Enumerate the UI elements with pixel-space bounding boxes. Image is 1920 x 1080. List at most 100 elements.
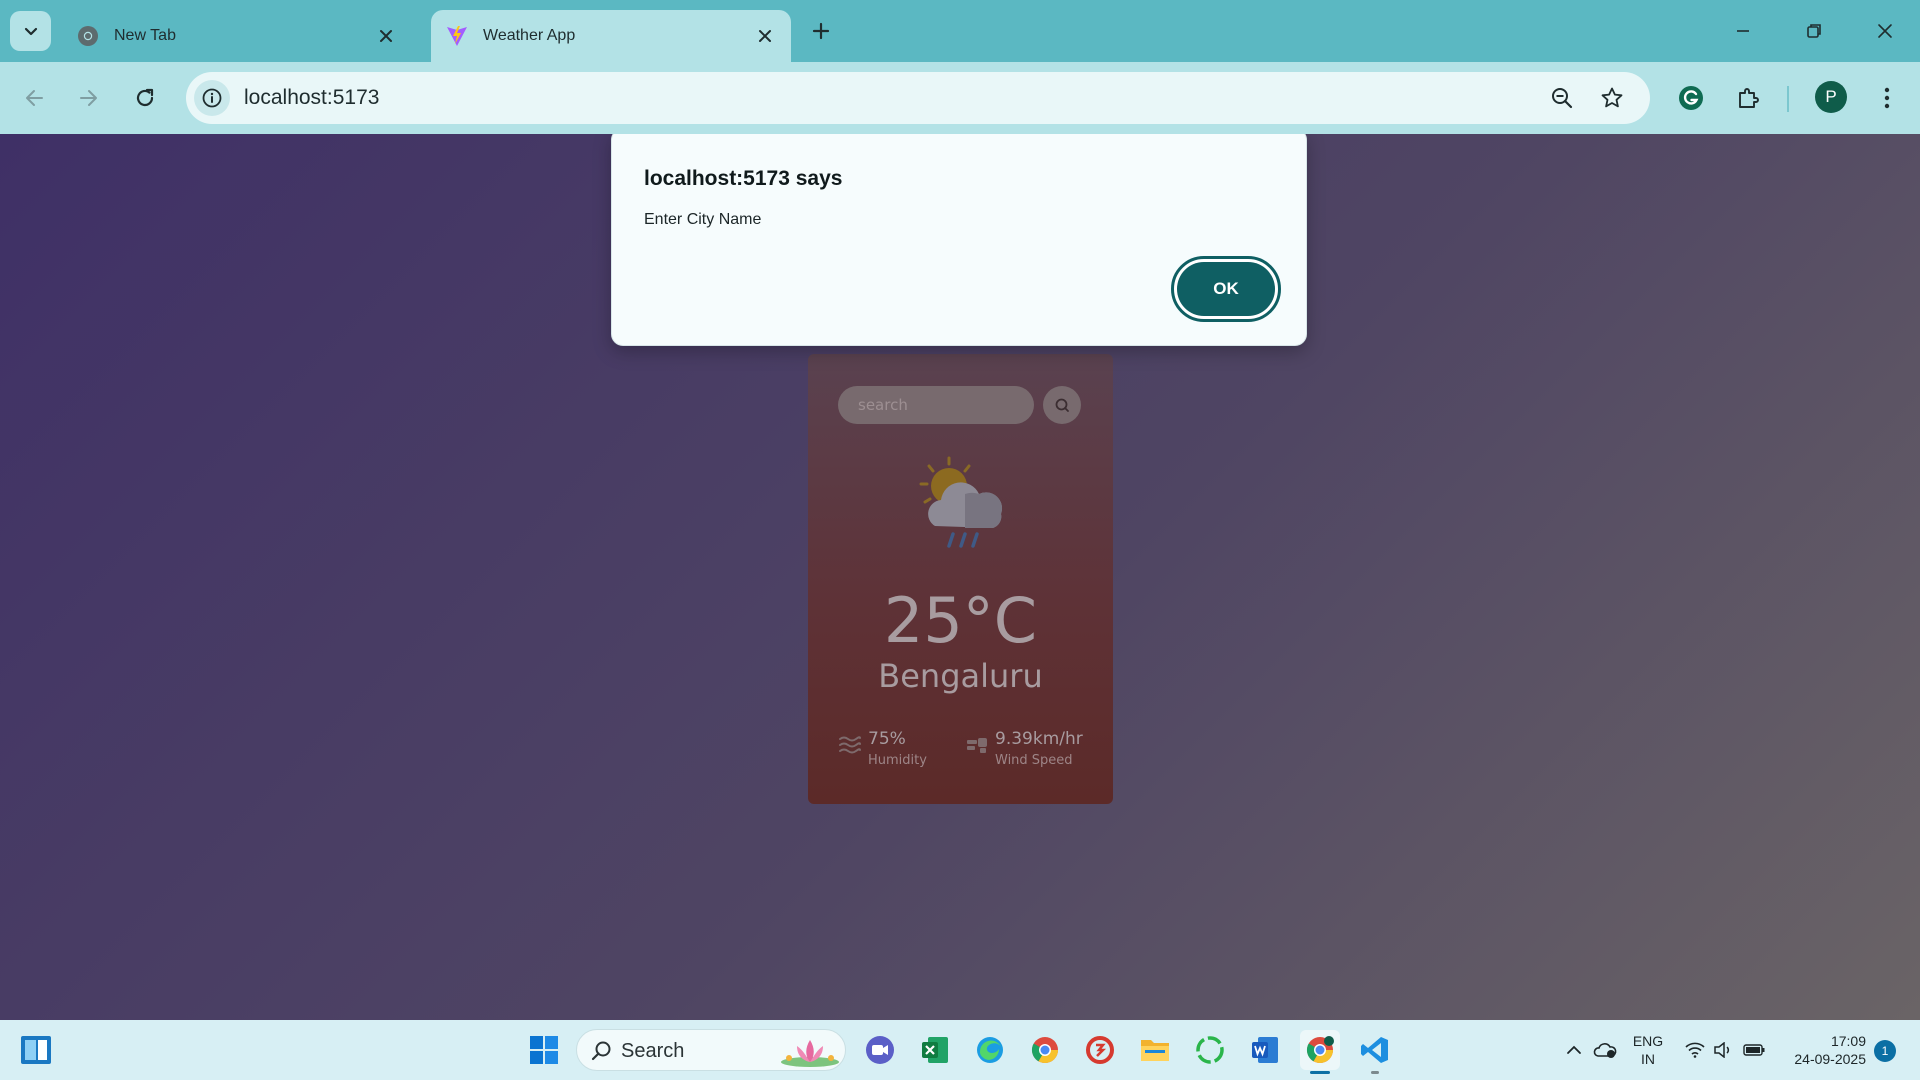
chrome-icon — [76, 24, 100, 48]
taskbar-app-file-explorer[interactable] — [1135, 1030, 1175, 1070]
edge-icon — [977, 1037, 1003, 1063]
chrome-icon — [1306, 1036, 1334, 1064]
search-button[interactable] — [1043, 386, 1081, 424]
lotus-search-highlight-icon — [781, 1040, 839, 1067]
taskbar-app-chrome-active[interactable] — [1300, 1030, 1340, 1074]
grammarly-extension[interactable] — [1671, 78, 1711, 118]
toolbar-divider — [1787, 86, 1789, 112]
speaker-icon — [1714, 1042, 1730, 1058]
close-window-button[interactable] — [1868, 14, 1902, 48]
language-indicator[interactable]: ENG IN — [1626, 1020, 1670, 1080]
plus-icon — [812, 22, 830, 40]
clock[interactable]: 17:09 24-09-2025 — [1776, 1020, 1866, 1080]
restore-icon — [1807, 24, 1821, 38]
minimize-button[interactable] — [1726, 14, 1760, 48]
zoom-button[interactable] — [1546, 82, 1578, 114]
forward-button[interactable] — [68, 78, 108, 118]
close-tab-icon[interactable] — [751, 22, 779, 50]
taskbar-app-word[interactable] — [1245, 1030, 1285, 1070]
alert-dialog: localhost:5173 says Enter City Name OK — [611, 134, 1307, 346]
reload-button[interactable] — [125, 78, 165, 118]
reload-icon — [136, 88, 154, 107]
browser-toolbar: localhost:5173 P — [0, 62, 1920, 134]
close-icon — [1878, 24, 1892, 38]
humidity-value: 75% — [868, 729, 906, 749]
notification-badge[interactable]: 1 — [1874, 1040, 1896, 1062]
address-bar[interactable]: localhost:5173 — [186, 72, 1650, 124]
show-hidden-icons-button[interactable] — [1562, 1020, 1586, 1080]
bookmark-button[interactable] — [1596, 82, 1628, 114]
vscode-icon — [1361, 1037, 1388, 1063]
video-call-icon — [866, 1036, 894, 1064]
wind-stat: 9.39km/hr Wind Speed — [965, 729, 1083, 768]
profile-avatar[interactable]: P — [1815, 81, 1847, 113]
region-code: IN — [1641, 1051, 1655, 1067]
back-button[interactable] — [15, 78, 55, 118]
dialog-message: Enter City Name — [644, 211, 762, 228]
taskbar-app-green[interactable] — [1190, 1030, 1230, 1070]
vite-icon — [445, 24, 469, 48]
city-search-input[interactable] — [838, 386, 1034, 424]
volume-tray[interactable] — [1710, 1020, 1736, 1080]
taskbar-app-excel[interactable] — [915, 1030, 955, 1070]
tab-search-button[interactable] — [10, 11, 51, 51]
widgets-button[interactable] — [16, 1030, 56, 1070]
star-icon — [1601, 87, 1623, 108]
app-icon — [1196, 1036, 1224, 1064]
taskbar-app-chrome[interactable] — [1025, 1030, 1065, 1070]
extensions-button[interactable] — [1728, 78, 1768, 118]
excel-icon — [922, 1037, 948, 1063]
onedrive-tray[interactable] — [1592, 1020, 1618, 1080]
taskbar-app-vscode[interactable] — [1355, 1030, 1395, 1074]
word-icon — [1252, 1037, 1278, 1063]
taskbar: Search ENG IN 17:09 24-09-2025 1 — [0, 1020, 1920, 1080]
restore-button[interactable] — [1797, 14, 1831, 48]
weather-card: 25°C Bengaluru 75% Humidity 9.39km/hr Wi… — [808, 354, 1113, 804]
humidity-stat: 75% Humidity — [838, 729, 927, 768]
active-indicator — [1310, 1071, 1330, 1074]
wifi-tray[interactable] — [1682, 1020, 1708, 1080]
wind-speed-value: 9.39km/hr — [995, 729, 1083, 749]
clock-date: 24-09-2025 — [1794, 1051, 1866, 1067]
zoom-out-icon — [1552, 88, 1573, 109]
chevron-up-icon — [1567, 1045, 1581, 1054]
tab-weather-app[interactable]: Weather App — [431, 10, 791, 62]
url-text[interactable]: localhost:5173 — [244, 86, 379, 110]
taskbar-search[interactable]: Search — [576, 1029, 846, 1071]
cloud-icon — [1593, 1043, 1617, 1058]
temperature: 25°C — [883, 584, 1038, 657]
chevron-down-icon — [24, 27, 37, 36]
battery-tray[interactable] — [1740, 1020, 1768, 1080]
puzzle-icon — [1739, 88, 1759, 108]
tab-title: New Tab — [114, 27, 176, 44]
taskbar-app-red[interactable] — [1080, 1030, 1120, 1070]
clock-time: 17:09 — [1830, 1033, 1866, 1049]
page-viewport: 25°C Bengaluru 75% Humidity 9.39km/hr Wi… — [0, 134, 1920, 1020]
minimize-icon — [1737, 30, 1749, 32]
taskbar-app-edge[interactable] — [970, 1030, 1010, 1070]
sun-rain-cloud-icon — [919, 456, 1003, 548]
chrome-icon — [1031, 1037, 1059, 1064]
wind-speed-label: Wind Speed — [995, 753, 1073, 768]
tab-strip: New Tab Weather App — [0, 0, 1920, 62]
dialog-title: localhost:5173 says — [644, 167, 843, 190]
folder-icon — [1141, 1040, 1169, 1061]
humidity-icon — [839, 736, 861, 754]
site-info-button[interactable] — [194, 80, 230, 116]
humidity-label: Humidity — [868, 753, 927, 768]
app-icon — [1086, 1036, 1114, 1064]
ok-button[interactable]: OK — [1171, 256, 1281, 322]
tab-new-tab[interactable]: New Tab — [62, 10, 412, 62]
search-icon — [591, 1041, 611, 1061]
close-tab-icon[interactable] — [372, 22, 400, 50]
city-name: Bengaluru — [878, 657, 1043, 695]
taskbar-app-meet[interactable] — [860, 1030, 900, 1070]
new-tab-button[interactable] — [806, 16, 836, 46]
language-code: ENG — [1632, 1033, 1664, 1049]
menu-button[interactable] — [1867, 78, 1907, 118]
info-icon — [202, 88, 222, 108]
wind-icon — [967, 738, 987, 753]
start-button[interactable] — [524, 1030, 564, 1070]
windows-start-icon — [530, 1036, 558, 1064]
ok-button-label: OK — [1177, 262, 1275, 316]
